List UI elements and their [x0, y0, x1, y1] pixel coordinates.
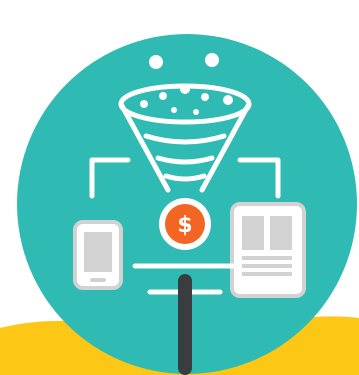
dollar-coin-icon: $ — [159, 198, 211, 250]
phone-icon — [73, 220, 123, 290]
tablet-icon — [230, 202, 306, 298]
funnel-illustration: $ — [0, 34, 359, 375]
dark-pole — [178, 274, 192, 375]
dollar-symbol: $ — [177, 213, 192, 238]
